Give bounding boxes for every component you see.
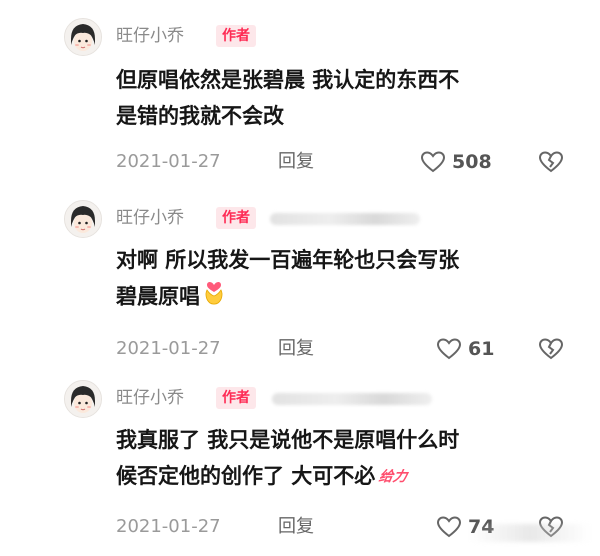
comment-text: 对啊 所以我发一百遍年轮也只会写张 碧晨原唱 (116, 242, 576, 317)
avatar[interactable] (64, 380, 102, 418)
comment-text-line: 对啊 所以我发一百遍年轮也只会写张 (116, 248, 460, 272)
avatar-image (65, 381, 101, 417)
comment-date: 2021-01-27 (116, 338, 221, 359)
comment-text: 我真服了 我只是说他不是原唱什么时 候否定他的创作了 大可不必 给力 (116, 422, 576, 495)
reply-button[interactable]: 回复 (278, 337, 314, 361)
avatar[interactable] (64, 200, 102, 238)
author-badge: 作者 (216, 25, 256, 47)
geili-sticker: 给力 (377, 469, 409, 485)
comment-date: 2021-01-27 (116, 516, 221, 537)
reply-button[interactable]: 回复 (278, 515, 314, 539)
blurred-reply-target (270, 213, 420, 225)
comment-text-line: 我真服了 我只是说他不是原唱什么时 (116, 428, 460, 452)
avatar[interactable] (64, 18, 102, 56)
avatar-image (65, 19, 101, 55)
heart-outline-icon (420, 151, 446, 173)
comment-text-segment: 碧晨原唱 (116, 284, 200, 309)
comment-meta: 2021-01-27 回复 61 (116, 337, 576, 361)
reply-button[interactable]: 回复 (278, 150, 314, 174)
comment-date: 2021-01-27 (116, 151, 221, 172)
author-name[interactable]: 旺仔小乔 (116, 208, 184, 228)
comment-text-line: 碧晨原唱 (116, 278, 576, 317)
comment-text-line: 但原唱依然是张碧晨 我认定的东西不 (116, 68, 460, 92)
watermark (470, 524, 590, 542)
comment-meta: 2021-01-27 回复 508 (116, 150, 576, 174)
comment-item: 旺仔小乔 作者 对啊 所以我发一百遍年轮也只会写张 碧晨原唱 2021-01-2… (0, 190, 600, 370)
heart-outline-icon (436, 516, 462, 538)
dislike-button[interactable] (538, 150, 564, 178)
comment-text-segment: 候否定他的创作了 大可不必 (116, 464, 376, 488)
comment-text-line: 候否定他的创作了 大可不必 给力 (116, 458, 576, 495)
author-name[interactable]: 旺仔小乔 (116, 388, 184, 408)
broken-heart-icon (538, 338, 564, 360)
avatar-image (65, 201, 101, 237)
heart-outline-icon (436, 338, 462, 360)
like-count: 61 (468, 338, 495, 360)
comment-item: 旺仔小乔 作者 但原唱依然是张碧晨 我认定的东西不 是错的我就不会改 2021-… (0, 0, 600, 190)
author-name[interactable]: 旺仔小乔 (116, 26, 184, 46)
blurred-reply-target (272, 393, 432, 405)
like-count: 508 (452, 151, 492, 173)
broken-heart-icon (538, 151, 564, 173)
comment-text: 但原唱依然是张碧晨 我认定的东西不 是错的我就不会改 (116, 62, 576, 134)
comment-text-line: 是错的我就不会改 (116, 104, 284, 128)
author-badge: 作者 (216, 207, 256, 229)
dislike-button[interactable] (538, 337, 564, 365)
author-badge: 作者 (216, 387, 256, 409)
heart-hands-emoji (202, 278, 226, 317)
